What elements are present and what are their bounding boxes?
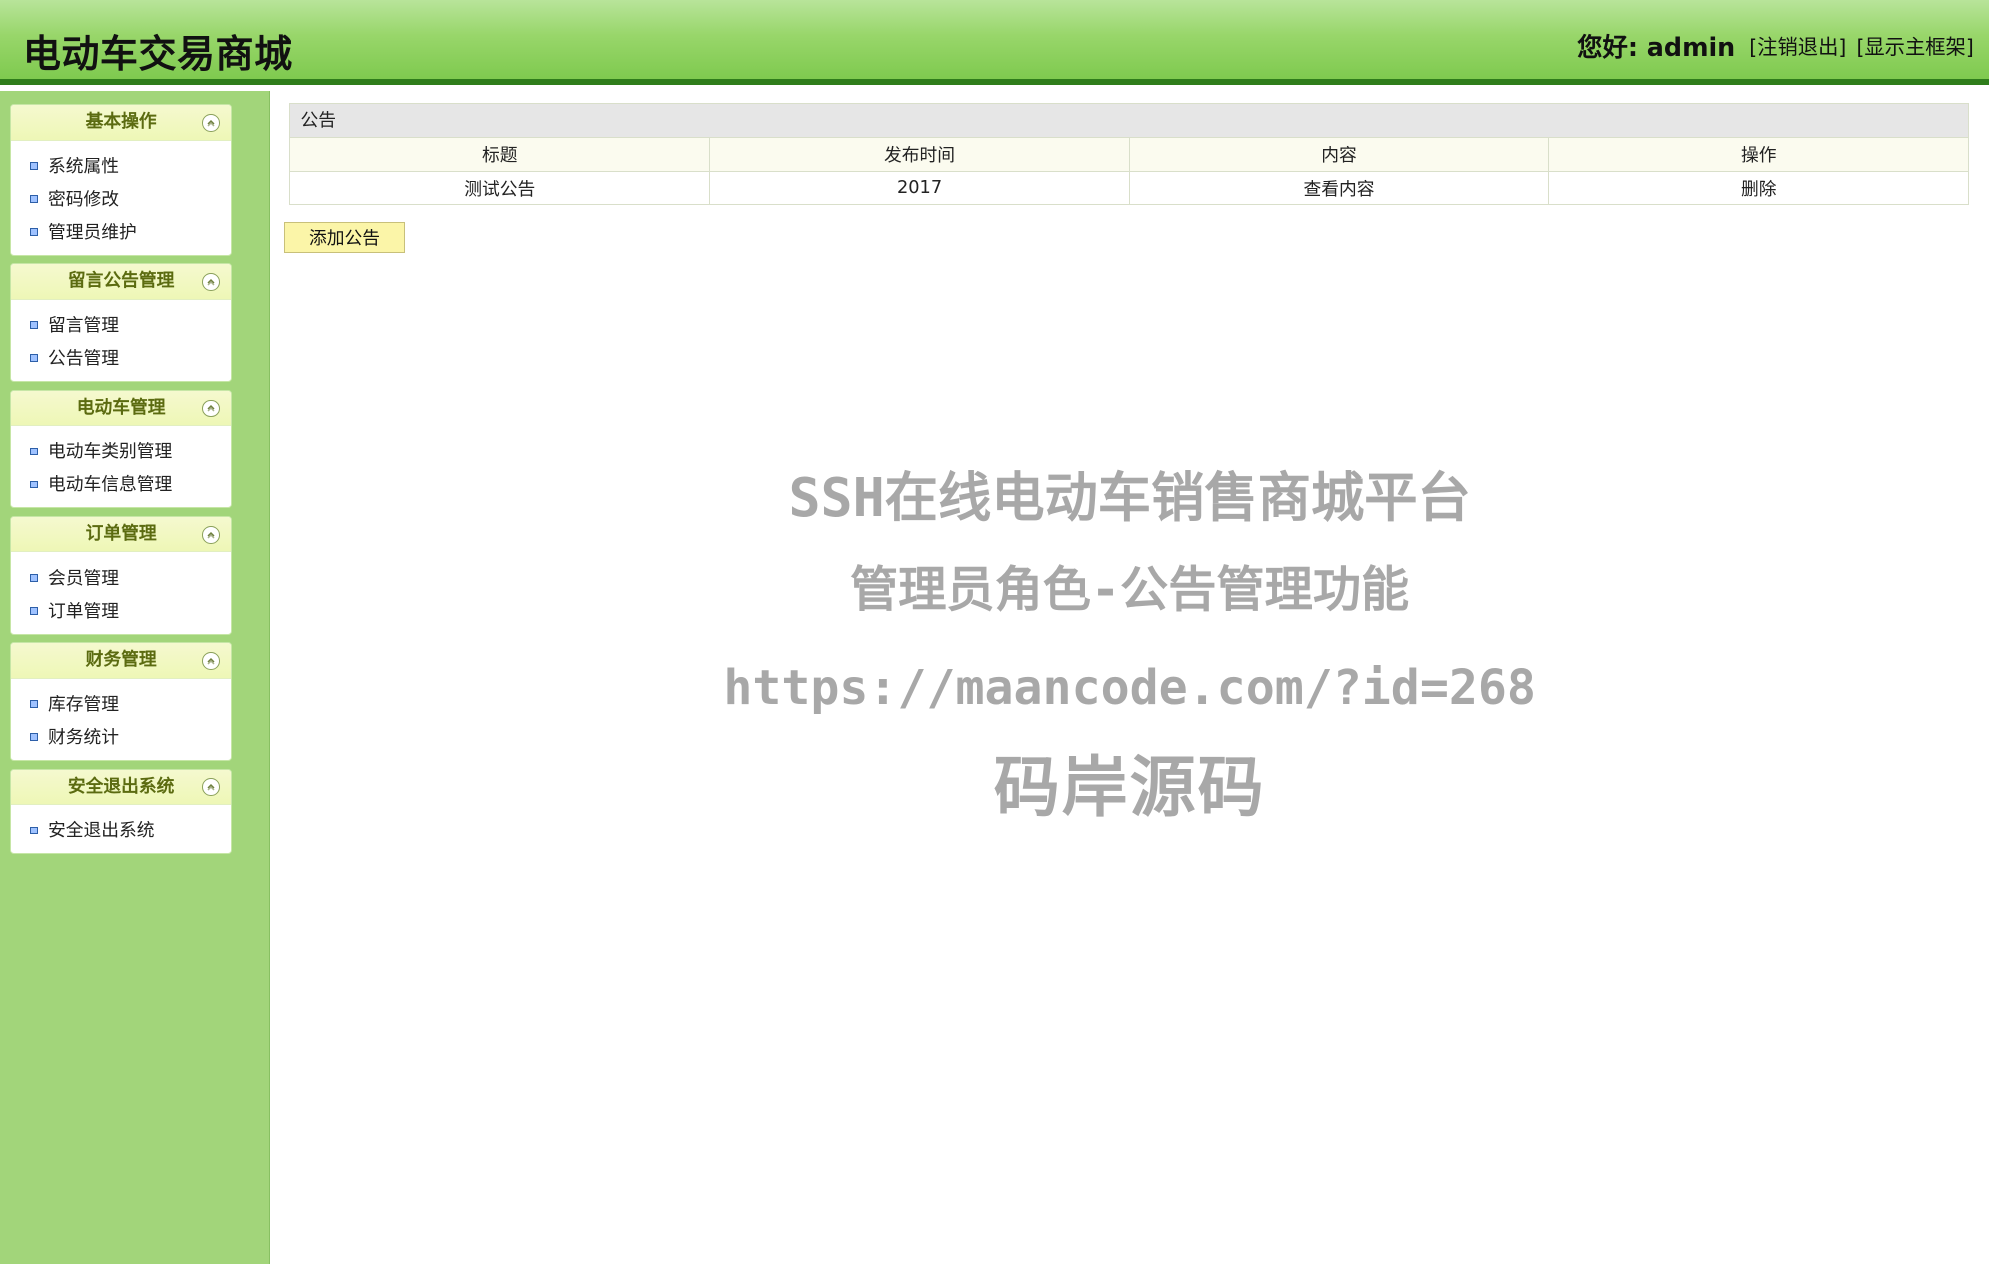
view-content-link[interactable]: 查看内容 bbox=[1129, 171, 1550, 204]
sidebar-item-safe-exit[interactable]: 安全退出系统 bbox=[11, 815, 231, 848]
square-bullet-icon bbox=[30, 354, 38, 362]
sidebar-section-title[interactable]: 财务管理 bbox=[11, 643, 232, 679]
watermark-line-2: 管理员角色-公告管理功能 bbox=[849, 562, 1410, 618]
column-header-published: 发布时间 bbox=[709, 138, 1130, 172]
sidebar-item-message-management[interactable]: 留言管理 bbox=[11, 310, 231, 343]
announcement-table: 标题 发布时间 内容 操作 测试公告 2017 查看内容 删除 bbox=[290, 138, 1969, 204]
watermark-line-1: SSH在线电动车销售商城平台 bbox=[788, 467, 1471, 530]
table-head: 标题 发布时间 内容 操作 bbox=[290, 138, 1969, 172]
sidebar-section-title[interactable]: 电动车管理 bbox=[11, 390, 232, 427]
sidebar-item-label: 财务统计 bbox=[47, 727, 119, 748]
announcement-table-panel: 公告 标题 发布时间 内容 操作 测试公告 2017 查看内容 删除 bbox=[289, 102, 1970, 205]
square-bullet-icon bbox=[30, 162, 38, 170]
sidebar-section-title-text: 安全退出系统 bbox=[67, 776, 175, 797]
chevron-up-icon[interactable] bbox=[202, 525, 220, 544]
user-greeting: 您好: admin bbox=[1577, 31, 1736, 62]
sidebar-section-finance-management: 财务管理 库存管理 财务统计 bbox=[10, 642, 233, 761]
sidebar-section-items: 系统属性 密码修改 管理员维护 bbox=[11, 141, 231, 255]
cell-published: 2017 bbox=[709, 171, 1130, 204]
square-bullet-icon bbox=[30, 733, 38, 741]
sidebar-item-label: 公告管理 bbox=[47, 348, 119, 369]
sidebar-section-items: 留言管理 公告管理 bbox=[11, 300, 231, 381]
delete-link[interactable]: 删除 bbox=[1548, 171, 1969, 204]
chevron-up-icon[interactable] bbox=[202, 273, 220, 291]
sidebar-section-title-text: 电动车管理 bbox=[76, 397, 166, 418]
sidebar-item-label: 留言管理 bbox=[47, 315, 119, 336]
sidebar-section-title[interactable]: 安全退出系统 bbox=[11, 769, 232, 806]
sidebar: 基本操作 系统属性 密码修改 管理员维护 留言公告管理 留言管理 公告管理 电动… bbox=[0, 91, 271, 1264]
sidebar-section-title-text: 财务管理 bbox=[85, 650, 157, 671]
sidebar-section-title-text: 留言公告管理 bbox=[67, 271, 175, 292]
sidebar-item-ebike-category-management[interactable]: 电动车类别管理 bbox=[11, 436, 231, 469]
sidebar-item-finance-stats[interactable]: 财务统计 bbox=[11, 722, 231, 755]
square-bullet-icon bbox=[30, 700, 38, 708]
watermark-line-3: https://maancode.com/?id=268 bbox=[723, 660, 1536, 717]
sidebar-item-label: 库存管理 bbox=[47, 694, 119, 715]
sidebar-item-member-management[interactable]: 会员管理 bbox=[11, 563, 231, 596]
sidebar-section-items: 会员管理 订单管理 bbox=[11, 552, 231, 633]
sidebar-section-title[interactable]: 基本操作 bbox=[11, 105, 232, 141]
header-bar: 电动车交易商城 您好: admin [注销退出] [显示主框架] bbox=[0, 0, 1989, 86]
sidebar-section-items: 电动车类别管理 电动车信息管理 bbox=[11, 426, 231, 507]
sidebar-item-label: 电动车类别管理 bbox=[47, 442, 173, 463]
main-content: 公告 标题 发布时间 内容 操作 测试公告 2017 查看内容 删除 添加公告 … bbox=[270, 91, 1989, 1264]
sidebar-item-label: 电动车信息管理 bbox=[47, 475, 173, 496]
square-bullet-icon bbox=[30, 573, 38, 582]
square-bullet-icon bbox=[30, 195, 38, 203]
sidebar-item-label: 会员管理 bbox=[47, 568, 119, 589]
sidebar-item-admin-maintenance[interactable]: 管理员维护 bbox=[11, 217, 231, 250]
sidebar-item-label: 密码修改 bbox=[47, 189, 119, 210]
square-bullet-icon bbox=[30, 321, 38, 329]
sidebar-section-order-management: 订单管理 会员管理 订单管理 bbox=[10, 515, 233, 635]
sidebar-section-basic-operations: 基本操作 系统属性 密码修改 管理员维护 bbox=[10, 104, 233, 256]
chevron-up-icon[interactable] bbox=[202, 113, 220, 132]
show-main-frame-link[interactable]: [显示主框架] bbox=[1856, 35, 1973, 59]
sidebar-item-ebike-info-management[interactable]: 电动车信息管理 bbox=[11, 469, 231, 502]
square-bullet-icon bbox=[30, 447, 38, 456]
sidebar-section-title-text: 订单管理 bbox=[85, 523, 157, 544]
sidebar-item-system-properties[interactable]: 系统属性 bbox=[11, 151, 231, 184]
sidebar-section-items: 安全退出系统 bbox=[11, 805, 231, 853]
chevron-up-icon[interactable] bbox=[202, 652, 220, 670]
app-title: 电动车交易商城 bbox=[22, 31, 293, 76]
chevron-up-icon[interactable] bbox=[202, 399, 220, 418]
sidebar-item-label: 管理员维护 bbox=[47, 222, 137, 243]
table-header-row: 标题 发布时间 内容 操作 bbox=[290, 138, 1969, 172]
sidebar-section-items: 库存管理 财务统计 bbox=[11, 679, 231, 760]
sidebar-item-change-password[interactable]: 密码修改 bbox=[11, 184, 231, 217]
column-header-action: 操作 bbox=[1548, 138, 1969, 172]
sidebar-section-safe-exit: 安全退出系统 安全退出系统 bbox=[10, 768, 233, 855]
square-bullet-icon bbox=[30, 606, 38, 615]
sidebar-item-announcement-management[interactable]: 公告管理 bbox=[11, 343, 231, 376]
chevron-up-icon[interactable] bbox=[202, 778, 220, 797]
app-root: 电动车交易商城 您好: admin [注销退出] [显示主框架] 基本操作 系统… bbox=[0, 0, 1989, 1264]
header-links: [注销退出] [显示主框架] bbox=[1749, 30, 1974, 60]
logout-link[interactable]: [注销退出] bbox=[1749, 35, 1846, 59]
sidebar-section-title[interactable]: 订单管理 bbox=[11, 516, 232, 553]
watermark-overlay: SSH在线电动车销售商城平台 管理员角色-公告管理功能 https://maan… bbox=[270, 459, 1989, 840]
square-bullet-icon bbox=[30, 826, 38, 835]
square-bullet-icon bbox=[30, 480, 38, 489]
sidebar-section-message-announcement: 留言公告管理 留言管理 公告管理 bbox=[10, 263, 233, 383]
watermark-line-4: 码岸源码 bbox=[993, 748, 1266, 826]
sidebar-item-orders-management[interactable]: 订单管理 bbox=[11, 596, 231, 629]
sidebar-section-ebike-management: 电动车管理 电动车类别管理 电动车信息管理 bbox=[10, 389, 233, 509]
cell-title: 测试公告 bbox=[290, 171, 711, 204]
sidebar-item-label: 系统属性 bbox=[47, 156, 119, 177]
table-caption: 公告 bbox=[290, 103, 1969, 139]
table-row: 测试公告 2017 查看内容 删除 bbox=[290, 171, 1969, 204]
sidebar-item-label: 订单管理 bbox=[47, 601, 119, 622]
sidebar-section-title[interactable]: 留言公告管理 bbox=[11, 264, 232, 300]
sidebar-section-title-text: 基本操作 bbox=[85, 112, 157, 133]
table-body: 测试公告 2017 查看内容 删除 bbox=[290, 171, 1969, 204]
square-bullet-icon bbox=[30, 228, 38, 236]
sidebar-item-inventory-management[interactable]: 库存管理 bbox=[11, 689, 231, 722]
column-header-content: 内容 bbox=[1129, 138, 1550, 172]
sidebar-item-label: 安全退出系统 bbox=[47, 821, 155, 842]
add-announcement-button[interactable]: 添加公告 bbox=[284, 222, 405, 253]
column-header-title: 标题 bbox=[290, 138, 711, 172]
